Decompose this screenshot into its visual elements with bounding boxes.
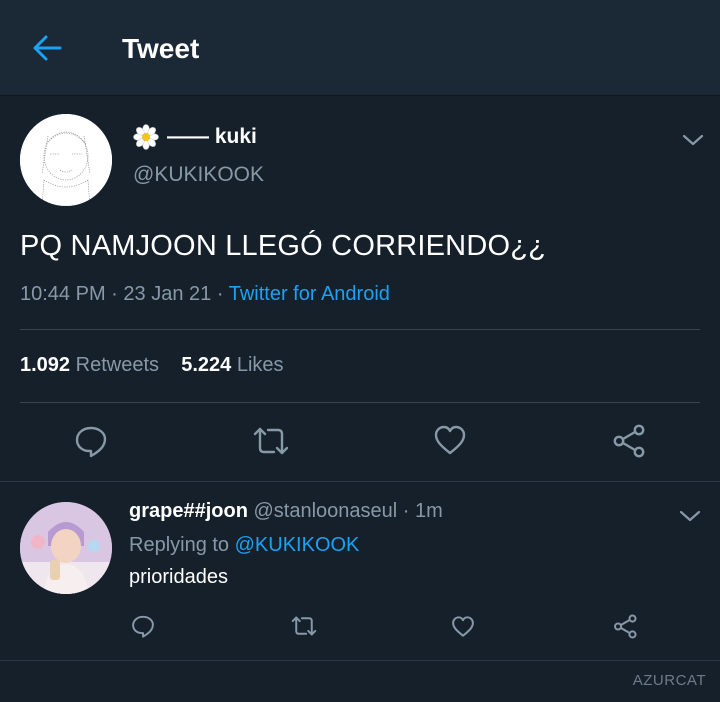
display-name: —— kuki bbox=[167, 125, 257, 148]
tweet-source-link[interactable]: Twitter for Android bbox=[229, 283, 390, 305]
divider bbox=[20, 402, 700, 403]
heart-icon bbox=[452, 616, 474, 637]
reply-reply-button[interactable] bbox=[131, 614, 155, 643]
likes-label: Likes bbox=[236, 354, 284, 376]
back-button[interactable] bbox=[30, 32, 66, 64]
author-handle: @KUKIKOOK bbox=[133, 163, 265, 186]
share-button[interactable] bbox=[612, 424, 648, 463]
reply-header: grape##joon @stanloonaseul · 1m bbox=[129, 500, 443, 523]
meta-separator: · bbox=[111, 283, 118, 305]
retweets-stat[interactable]: 1.092 Retweets bbox=[20, 354, 159, 376]
retweet-icon bbox=[253, 427, 289, 455]
reply-retweet-button[interactable] bbox=[290, 614, 318, 643]
tweet-time: 10:44 PM bbox=[20, 283, 106, 305]
meta-separator: · bbox=[216, 283, 224, 305]
share-icon bbox=[614, 614, 637, 639]
chevron-down-icon bbox=[682, 134, 704, 146]
flower-icon bbox=[133, 124, 159, 150]
watermark: AZURCAT bbox=[632, 672, 706, 689]
replying-prefix: Replying to bbox=[129, 534, 230, 556]
retweet-icon bbox=[291, 616, 317, 636]
comment-icon bbox=[132, 615, 154, 638]
share-icon bbox=[613, 424, 645, 458]
replying-mention-link[interactable]: @KUKIKOOK bbox=[235, 534, 360, 556]
comment-icon bbox=[75, 426, 107, 458]
tweet-date: 23 Jan 21 bbox=[123, 283, 212, 305]
author-name-row[interactable]: —— kuki bbox=[133, 124, 257, 150]
divider bbox=[0, 660, 720, 661]
avatar-art bbox=[20, 114, 112, 206]
page-title: Tweet bbox=[122, 33, 200, 64]
tweet-text: PQ NAMJOON LLEGÓ CORRIENDO¿¿ bbox=[20, 230, 547, 262]
reply-avatar-art bbox=[20, 502, 112, 594]
likes-count: 5.224 bbox=[181, 354, 232, 376]
reply-like-button[interactable] bbox=[451, 615, 475, 643]
reply-avatar[interactable] bbox=[20, 502, 112, 594]
reply-author-handle: @stanloonaseul bbox=[253, 500, 398, 522]
reply-time: · 1m bbox=[402, 500, 443, 522]
heart-icon bbox=[434, 425, 466, 455]
chevron-down-icon bbox=[679, 510, 701, 522]
divider bbox=[0, 481, 720, 482]
reply-text: prioridades bbox=[129, 566, 228, 588]
tweet-options-button[interactable] bbox=[682, 133, 704, 147]
like-button[interactable] bbox=[433, 424, 467, 461]
replying-to: Replying to @KUKIKOOK bbox=[129, 534, 359, 557]
retweets-count: 1.092 bbox=[20, 354, 71, 376]
arrow-left-icon bbox=[33, 35, 62, 61]
divider bbox=[20, 329, 700, 330]
top-app-bar: Tweet bbox=[0, 0, 720, 96]
reply-button[interactable] bbox=[74, 424, 108, 463]
retweets-label: Retweets bbox=[75, 354, 159, 376]
reply-author-name[interactable]: grape##joon bbox=[129, 500, 248, 522]
reply-options-button[interactable] bbox=[679, 509, 701, 523]
tweet-meta: 10:44 PM · 23 Jan 21 · Twitter for Andro… bbox=[20, 283, 390, 306]
avatar[interactable] bbox=[20, 114, 112, 206]
likes-stat[interactable]: 5.224 Likes bbox=[181, 354, 283, 376]
tweet-stats: 1.092 Retweets 5.224 Likes bbox=[20, 354, 284, 377]
retweet-button[interactable] bbox=[252, 424, 290, 463]
reply-share-button[interactable] bbox=[613, 614, 639, 644]
